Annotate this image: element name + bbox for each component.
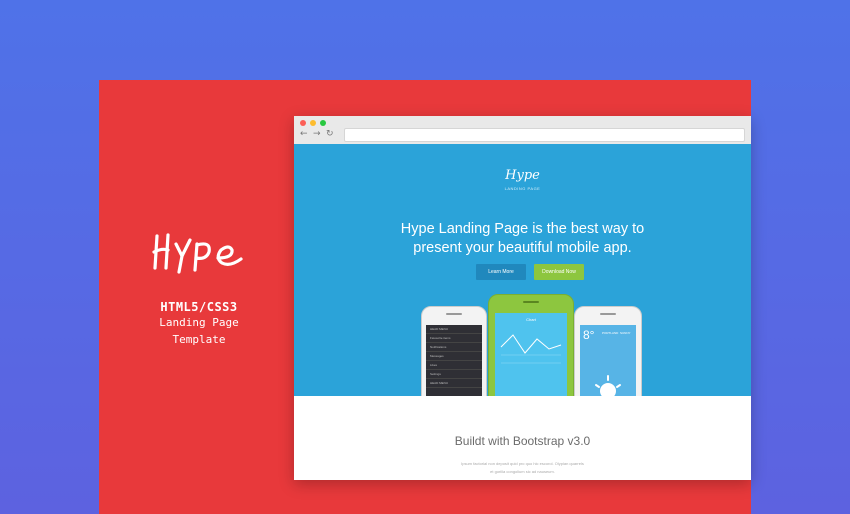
menu-item: Likes <box>426 361 482 370</box>
sun-icon <box>595 375 621 396</box>
phone-left-screen: HEAD MENU Favourite items Notifications … <box>426 325 482 396</box>
back-icon[interactable]: ← <box>300 129 308 139</box>
hype-logo <box>152 233 243 274</box>
brand-subtitle: Landing Page <box>159 316 239 329</box>
chart-header: Chart <box>526 317 536 322</box>
menu-item: HEAD MENU <box>426 379 482 388</box>
browser-chrome: ← → ↻ <box>294 116 751 144</box>
features-section: Buildt with Bootstrap v3.0 Ipsum factori… <box>294 396 751 480</box>
forward-icon[interactable]: → <box>313 129 321 139</box>
speaker-grille <box>600 313 616 315</box>
menu-item: Favourite items <box>426 334 482 343</box>
hero-headline: Hype Landing Page is the best way to pre… <box>294 220 751 258</box>
weather-cond: SUNNY <box>620 331 631 335</box>
download-now-button[interactable]: Download Now <box>534 264 584 280</box>
phone-left: HEAD MENU Favourite items Notifications … <box>421 306 487 396</box>
phone-center-screen: Chart <box>495 313 567 396</box>
menu-item: Messages <box>426 352 482 361</box>
brand-tech-label: HTML5/CSS3 <box>160 300 238 314</box>
menu-item: Notifications <box>426 343 482 352</box>
address-bar[interactable] <box>344 128 745 142</box>
phone-center: Chart <box>488 294 574 396</box>
features-desc-line2: et gorilla congolium sic ad nauseum. <box>490 469 555 474</box>
line-chart-icon <box>500 334 562 364</box>
browser-window: ← → ↻ Hype LANDING PAGE Hype Landing Pag… <box>294 116 751 480</box>
brand-panel: HTML5/CSS3 Landing Page Template <box>99 230 299 348</box>
weather-city: PORTLAND <box>602 331 619 335</box>
learn-more-button[interactable]: Learn More <box>476 264 526 280</box>
speaker-grille <box>446 313 462 315</box>
menu-item: Settings <box>426 370 482 379</box>
hero-section: Hype LANDING PAGE Hype Landing Page is t… <box>294 144 751 396</box>
features-description: Ipsum factorial non deposit quid pro quo… <box>294 460 751 476</box>
weather-temp: 8° <box>583 328 595 342</box>
features-desc-line1: Ipsum factorial non deposit quid pro quo… <box>461 461 584 466</box>
minimize-dot[interactable] <box>310 120 316 126</box>
brand-subtitle-2: Template <box>172 333 226 346</box>
maximize-dot[interactable] <box>320 120 326 126</box>
hero-logo: Hype <box>505 168 540 183</box>
phone-right: 8° PORTLAND SUNNY <box>574 306 642 396</box>
close-dot[interactable] <box>300 120 306 126</box>
hero-logo-sub: LANDING PAGE <box>504 186 541 191</box>
menu-item: HEAD MENU <box>426 325 482 334</box>
speaker-grille <box>523 301 539 303</box>
phone-right-screen: 8° PORTLAND SUNNY <box>580 325 636 396</box>
features-title: Buildt with Bootstrap v3.0 <box>454 434 591 448</box>
hero-headline-line1: Hype Landing Page is the best way to <box>400 221 645 237</box>
reload-icon[interactable]: ↻ <box>326 129 334 139</box>
template-card: HTML5/CSS3 Landing Page Template ← → ↻ H… <box>99 80 751 514</box>
hero-headline-line2: present your beautiful mobile app. <box>413 240 632 256</box>
